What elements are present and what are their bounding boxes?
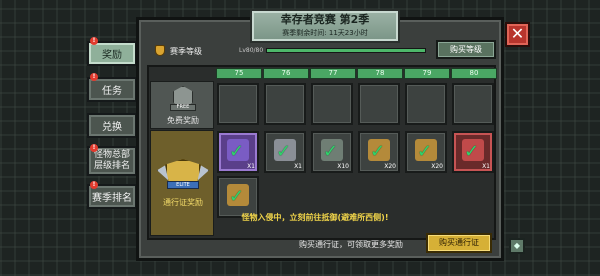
title-plate: 幸存者竞赛 第2季 赛季剩余时间: 11天23小时 (250, 9, 400, 43)
pass-reward-slot[interactable]: ✓ X10 (311, 131, 353, 173)
free-reward-slot[interactable] (452, 83, 494, 125)
elite-tag: ELITE (167, 181, 199, 189)
level-progress-fill (267, 49, 425, 52)
tab-rewards-alert-badge: ! (90, 37, 98, 45)
free-tag: FREE (170, 104, 196, 111)
pass-reward-row-header: ELITE 通行证奖励 (150, 130, 214, 236)
level-header-3: 78 (357, 68, 403, 79)
invasion-notice[interactable]: 怪物入侵中，立刻前往抵御(避难所西侧)! (225, 212, 405, 223)
info-icon: ◆ (513, 241, 521, 250)
tab-season-ranking-label: 赛季排名 (92, 193, 132, 204)
reward-quantity: X1 (482, 163, 490, 170)
level-header-4: 79 (404, 68, 450, 79)
claimed-check-icon: ✓ (370, 141, 386, 162)
close-icon: ✕ (510, 24, 525, 43)
info-button[interactable]: ◆ (509, 238, 525, 254)
pass-reward-slot[interactable]: ✓ X20 (358, 131, 400, 173)
tab-missions-alert-badge: ! (90, 73, 98, 81)
level-header-0: 75 (216, 68, 262, 79)
tab-hq-ranking-label: 怪物总部 层级排名 (93, 150, 130, 171)
buy-level-button[interactable]: 购买等级 (436, 40, 496, 59)
tab-hq-ranking-alert-badge: ! (90, 144, 98, 152)
free-reward-slot[interactable] (311, 83, 353, 125)
pass-reward-slot[interactable]: ✓ X20 (405, 131, 447, 173)
reward-quantity: X20 (384, 163, 396, 170)
pass-reward-slot[interactable]: ✓ X1 (452, 131, 494, 173)
claimed-check-icon: ✓ (323, 141, 339, 162)
level-header-5: 80 (451, 68, 497, 79)
tab-exchange[interactable]: 兑换 (87, 113, 137, 138)
season-remaining-time: 赛季剩余时间: 11天23小时 (282, 29, 368, 37)
reward-quantity: X1 (294, 163, 302, 170)
tab-exchange-label: 兑换 (102, 122, 122, 133)
reward-quantity: X20 (431, 163, 443, 170)
reward-quantity: X1 (247, 163, 255, 170)
pass-reward-slot[interactable]: ✓ X1 (264, 131, 306, 173)
level-progress-bar (266, 48, 426, 53)
free-reward-slot[interactable] (358, 83, 400, 125)
free-reward-slot[interactable] (264, 83, 306, 125)
tab-missions-label: 任务 (102, 86, 122, 97)
free-reward-slot[interactable] (405, 83, 447, 125)
tab-season-ranking-alert-badge: ! (90, 181, 98, 189)
claimed-check-icon: ✓ (229, 141, 245, 162)
season-level-label: 赛季等级 (170, 47, 202, 56)
tab-rewards-label: 奖励 (102, 50, 122, 61)
claimed-check-icon: ✓ (229, 186, 245, 207)
level-header-2: 77 (310, 68, 356, 79)
reward-quantity: X10 (337, 163, 349, 170)
close-button[interactable]: ✕ (505, 22, 530, 47)
claimed-check-icon: ✓ (464, 141, 480, 162)
pass-reward-label: 通行证奖励 (163, 198, 203, 207)
claimed-check-icon: ✓ (417, 141, 433, 162)
level-text: Lv80/80 (239, 47, 264, 54)
page-title: 幸存者竞赛 第2季 (280, 13, 370, 26)
pass-reward-slot[interactable]: ✓ X1 (217, 131, 259, 173)
free-reward-slot[interactable] (217, 83, 259, 125)
free-reward-row-header: FREE 免费奖励 (150, 81, 214, 129)
free-reward-label: 免费奖励 (167, 116, 199, 125)
buy-pass-hint: 购买通行证，可领取更多奖励 (299, 240, 403, 249)
season-badge-icon (155, 45, 165, 56)
level-header-1: 76 (263, 68, 309, 79)
claimed-check-icon: ✓ (276, 141, 292, 162)
buy-pass-button[interactable]: 购买通行证 (426, 233, 492, 253)
